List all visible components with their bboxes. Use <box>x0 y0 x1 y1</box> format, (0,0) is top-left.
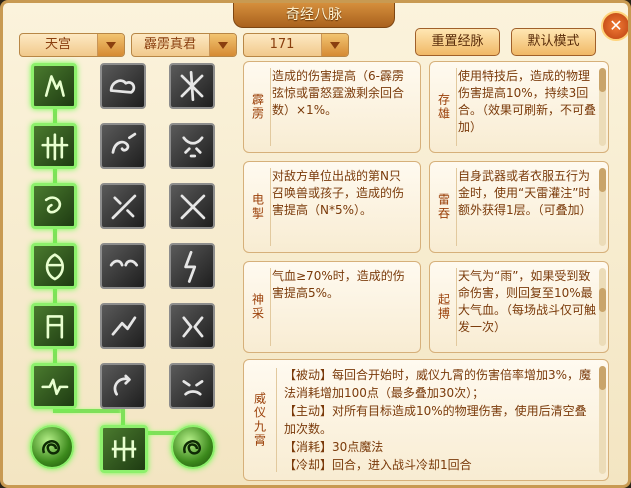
skill-card[interactable]: 霹雳 造成的伤害提高（6-霹雳弦惊或雷怒霆激剩余回合数）×1%。 <box>243 61 421 153</box>
skill-desc: 使用特技后，造成的物理伤害提高10%，持续3回合。（效果可刷新，不可叠加） <box>458 69 597 134</box>
skill-name: 雷吞 <box>436 193 451 221</box>
divider <box>456 68 457 146</box>
skill-card[interactable]: 存雄 使用特技后，造成的物理伤害提高10%，持续3回合。（效果可刷新，不可叠加） <box>429 61 609 153</box>
divider <box>276 368 277 472</box>
main-skill-line: 【主动】对所有目标造成10%的物理伤害，使用后清空叠加次数。 <box>284 404 587 436</box>
window-title: 奇经八脉 <box>233 3 395 28</box>
meridian-tree <box>25 61 235 479</box>
skill-card[interactable]: 神采 气血≥70%时，造成的伤害提高5%。 <box>243 261 421 353</box>
close-icon[interactable]: ✕ <box>601 11 628 41</box>
chevron-down-icon <box>321 34 348 56</box>
skill-desc: 气血≥70%时，造成的伤害提高5%。 <box>272 269 405 300</box>
skill-desc: 天气为“雨”，如果受到致命伤害，则回复至10%最大气血。（每场战斗仅可触发一次） <box>458 269 597 334</box>
swirl-storm-icon[interactable] <box>31 183 77 229</box>
divider <box>270 268 271 346</box>
main-skill-name: 威仪九霄 <box>252 392 267 448</box>
scrollbar[interactable] <box>599 366 606 474</box>
demon-face-icon[interactable] <box>169 123 215 169</box>
crossed-lightning-icon[interactable] <box>169 63 215 109</box>
skill-desc: 自身武器或者衣服五行为金时，使用“天雷灌注”时额外获得1层。（可叠加） <box>458 169 592 217</box>
spirit-face-icon[interactable] <box>31 243 77 289</box>
tree-connector <box>53 409 123 413</box>
divider <box>456 168 457 246</box>
cloud-icon[interactable] <box>100 63 146 109</box>
circle-arrow-icon[interactable] <box>100 363 146 409</box>
broken-arm-icon[interactable] <box>100 303 146 349</box>
skill-name: 霹雳 <box>250 93 265 121</box>
skill-name: 电掣 <box>250 193 265 221</box>
meridian-window: 奇经八脉 ✕ 天宫 霹雳真君 171 重置经脉 默认模式 霹雳 造成的伤害提高（… <box>0 0 631 488</box>
skill-desc: 对敌方单位出战的第N只召唤兽或孩子，造成的伤害提高（N*5%）。 <box>272 169 405 217</box>
divider <box>270 68 271 146</box>
angry-face-icon[interactable] <box>169 363 215 409</box>
divider <box>456 268 457 346</box>
sect-value: 天宫 <box>44 37 71 52</box>
crossed-blades-icon[interactable] <box>169 183 215 229</box>
main-skill-line: 【消耗】30点魔法 <box>284 440 384 454</box>
main-skill-desc: 【被动】每回合开始时，威仪九霄的伤害倍率增加3%，魔法消耗增加100点（最多叠加… <box>284 366 594 474</box>
heart-pulse-icon[interactable] <box>31 363 77 409</box>
skill-name: 神采 <box>250 293 265 321</box>
bonus-orb-left[interactable] <box>30 425 74 469</box>
bonus-orb-right[interactable] <box>171 425 215 469</box>
default-mode-button[interactable]: 默认模式 <box>511 28 596 56</box>
main-skill-line: 【冷却】回合，进入战斗冷却1回合 <box>284 458 472 472</box>
slash-mark-icon[interactable] <box>100 183 146 229</box>
skill-panel: 霹雳 造成的伤害提高（6-霹雳弦惊或雷怒霆激剩余回合数）×1%。 存雄 使用特技… <box>243 61 615 355</box>
shatter-icon[interactable] <box>169 303 215 349</box>
school-value: 霹雳真君 <box>143 37 196 52</box>
skill-desc: 造成的伤害提高（6-霹雳弦惊或雷怒霆激剩余回合数）×1%。 <box>272 69 405 117</box>
lightning-bolt-icon[interactable] <box>31 63 77 109</box>
skill-card[interactable]: 电掣 对敌方单位出战的第N只召唤兽或孩子，造成的伤害提高（N*5%）。 <box>243 161 421 253</box>
skill-name: 起搏 <box>436 293 451 321</box>
reset-meridian-button[interactable]: 重置经脉 <box>415 28 500 56</box>
eyes-icon[interactable] <box>100 243 146 289</box>
note-claw-icon[interactable] <box>100 123 146 169</box>
sect-dropdown[interactable]: 天宫 <box>19 33 125 57</box>
scrollbar[interactable] <box>599 268 606 346</box>
skill-card[interactable]: 起搏 天气为“雨”，如果受到致命伤害，则回复至10%最大气血。（每场战斗仅可触发… <box>429 261 609 353</box>
chevron-down-icon <box>209 34 236 56</box>
level-value: 171 <box>269 37 295 52</box>
scrollbar[interactable] <box>599 168 606 246</box>
ultimate-skill-icon[interactable] <box>100 425 148 473</box>
lightning-strike-icon[interactable] <box>169 243 215 289</box>
school-dropdown[interactable]: 霹雳真君 <box>131 33 237 57</box>
level-dropdown[interactable]: 171 <box>243 33 349 57</box>
chevron-down-icon <box>97 34 124 56</box>
skill-card[interactable]: 雷吞 自身武器或者衣服五行为金时，使用“天雷灌注”时额外获得1层。（可叠加） <box>429 161 609 253</box>
scrollbar[interactable] <box>599 68 606 146</box>
main-skill-line: 【被动】每回合开始时，威仪九霄的伤害倍率增加3%，魔法消耗增加100点（最多叠加… <box>284 368 592 400</box>
main-skill-card[interactable]: 威仪九霄 【被动】每回合开始时，威仪九霄的伤害倍率增加3%，魔法消耗增加100点… <box>243 359 609 481</box>
gate-pillar-icon[interactable] <box>31 303 77 349</box>
pillar-trident-icon[interactable] <box>31 123 77 169</box>
skill-name: 存雄 <box>436 93 451 121</box>
divider <box>270 168 271 246</box>
